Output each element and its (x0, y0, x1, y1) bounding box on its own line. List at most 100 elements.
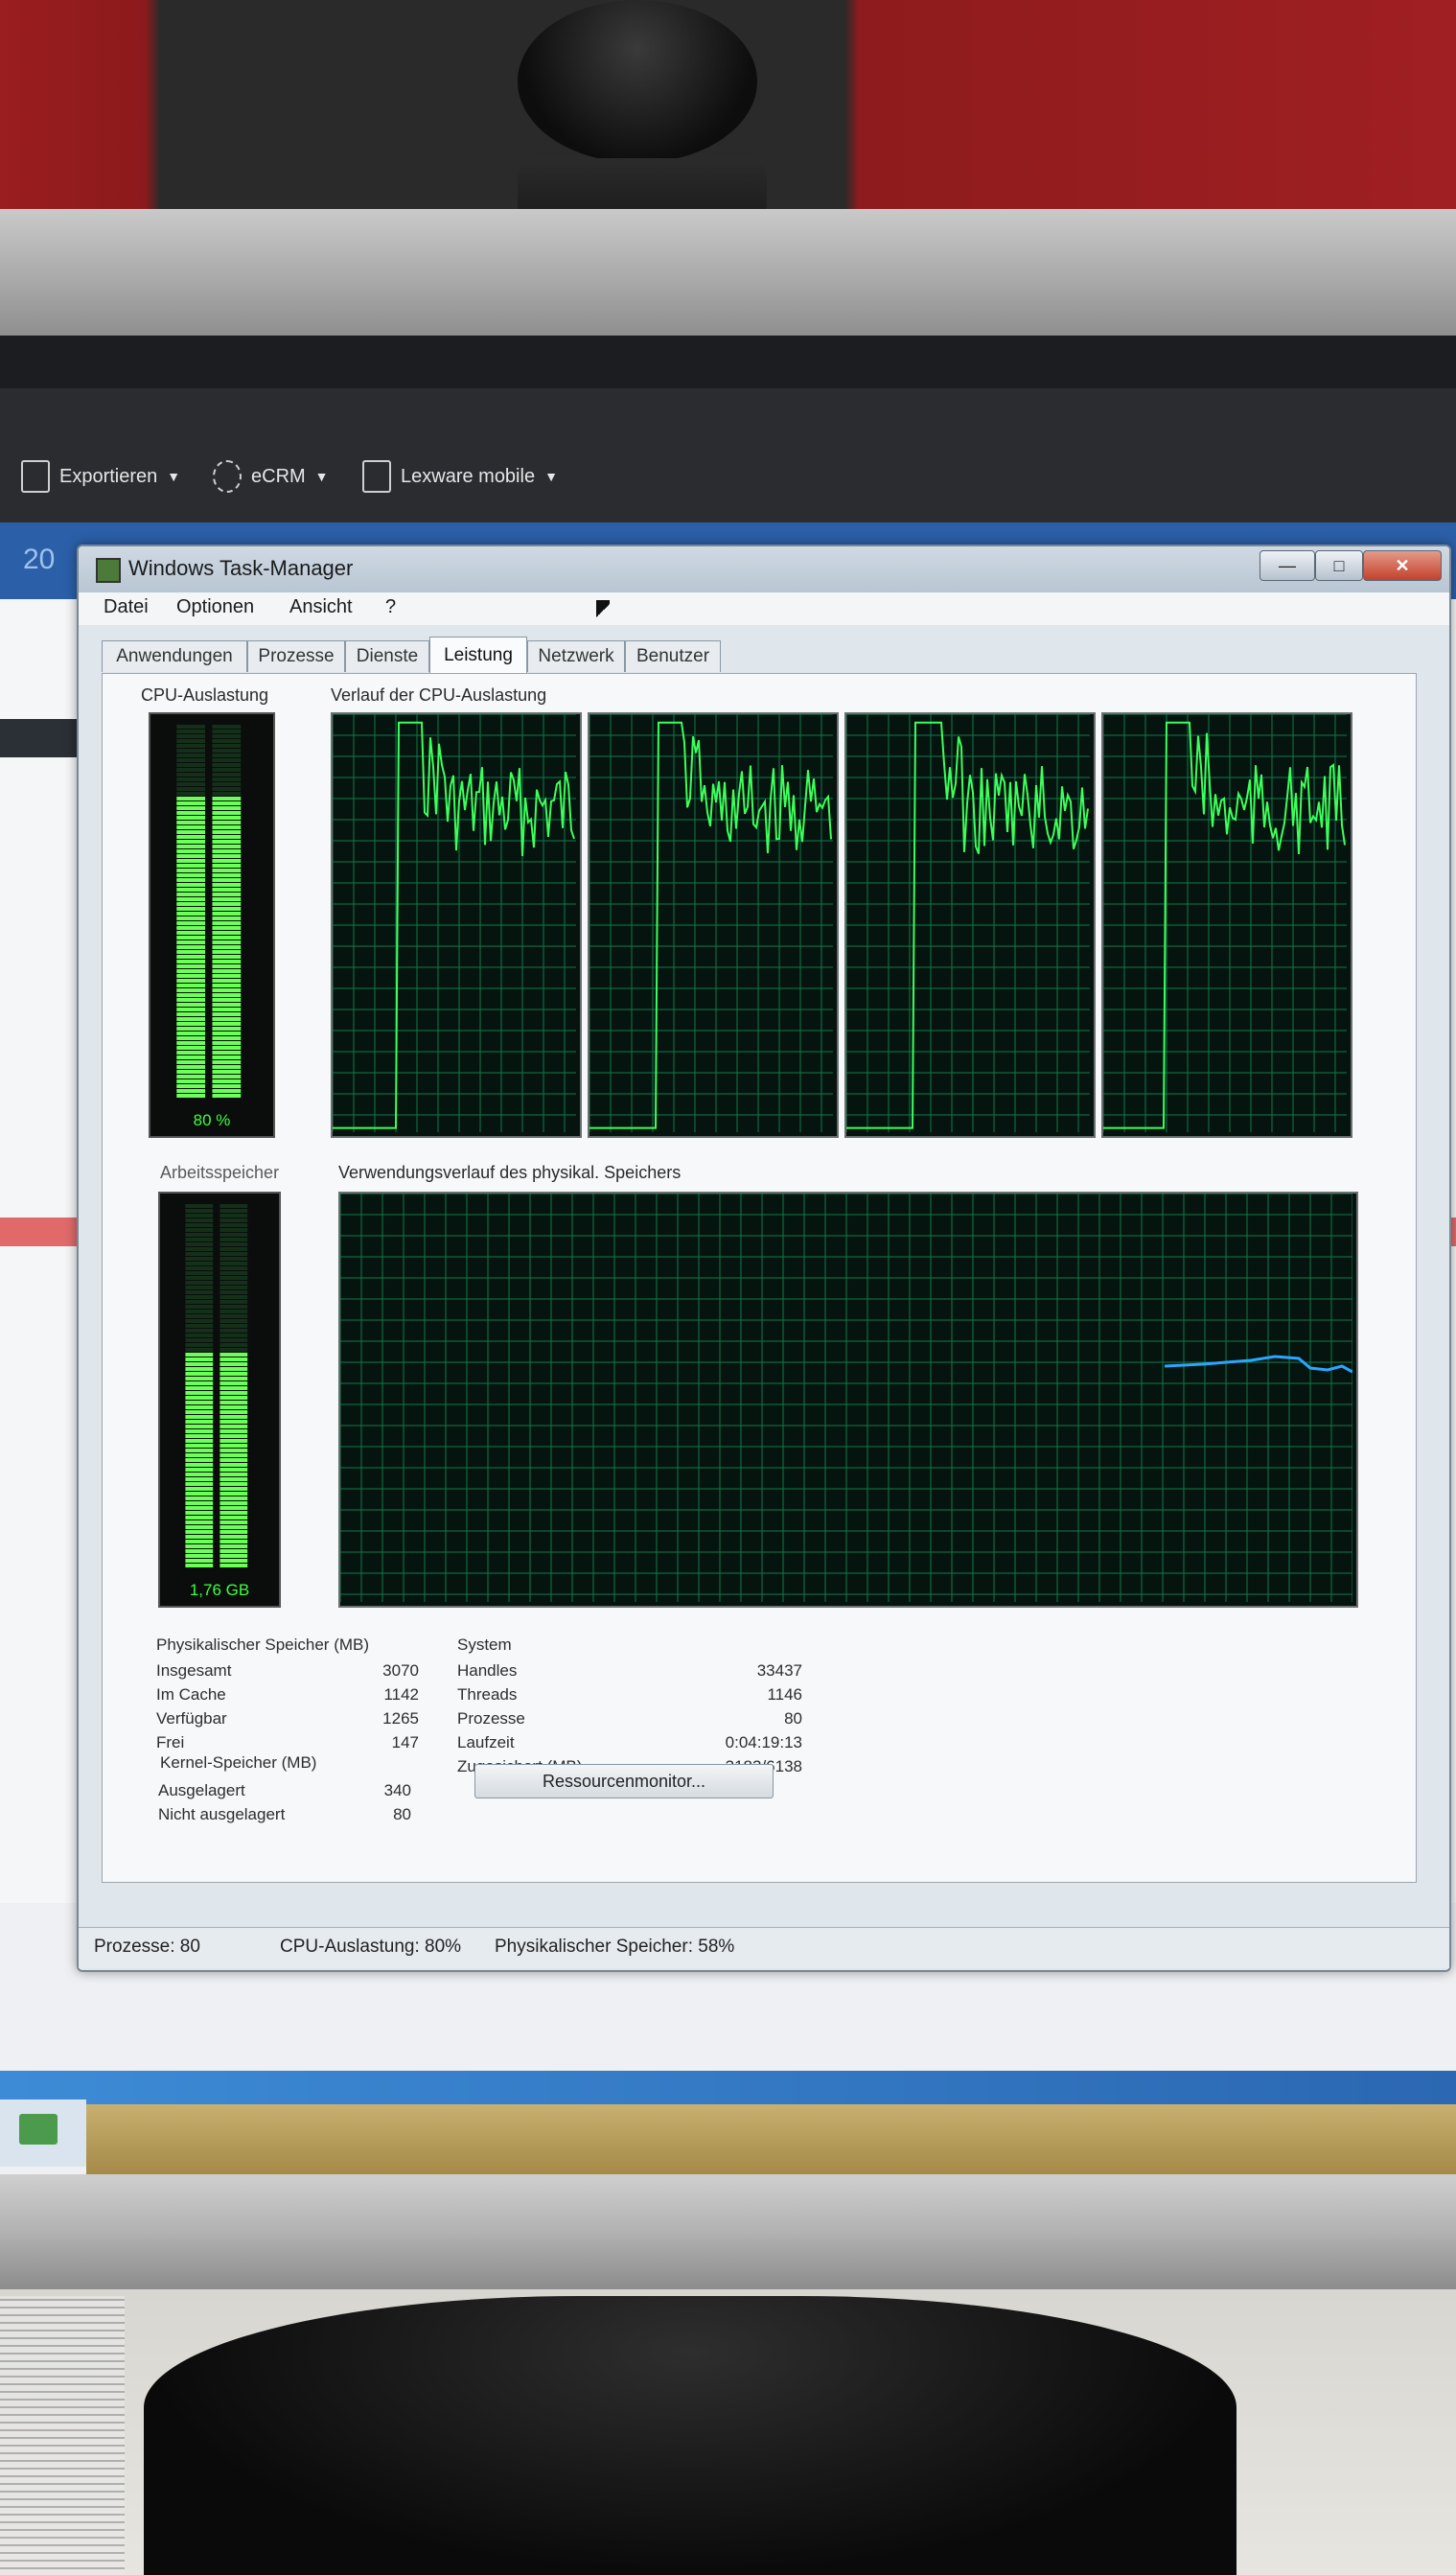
meter-segment-lit (185, 1401, 214, 1404)
meter-segment-lit (212, 888, 242, 892)
meter-segment-lit (212, 821, 242, 824)
meter-segment (185, 1223, 214, 1227)
tab-dienste[interactable]: Dienste (345, 640, 429, 672)
webcam (518, 0, 767, 264)
menu-help[interactable]: ? (385, 596, 396, 618)
meter-segment (185, 1233, 214, 1237)
meter-segment-lit (176, 849, 206, 853)
meter-segment-lit (212, 1094, 242, 1098)
meter-segment-lit (185, 1357, 214, 1361)
meter-segment-lit (176, 955, 206, 959)
tab-benutzer[interactable]: Benutzer (625, 640, 721, 672)
meter-segment-lit (185, 1535, 214, 1539)
meter-segment-lit (176, 1084, 206, 1088)
tab-netzwerk[interactable]: Netzwerk (527, 640, 625, 672)
meter-segment (220, 1209, 248, 1213)
meter-segment-lit (220, 1415, 248, 1419)
meter-segment-lit (220, 1367, 248, 1371)
meter-segment-lit (220, 1410, 248, 1414)
meter-segment-lit (212, 912, 242, 916)
meter-segment-lit (185, 1463, 214, 1467)
menu-ansicht[interactable]: Ansicht (289, 596, 353, 618)
meter-segment-lit (220, 1564, 248, 1567)
memory-meter-label: Arbeitsspeicher (160, 1163, 280, 1182)
meter-segment-lit (185, 1453, 214, 1457)
cpu-history-graph-core-1 (331, 712, 582, 1138)
window-title: Windows Task-Manager (128, 556, 354, 580)
menu-datei[interactable]: Datei (104, 596, 149, 618)
toolbar-lexware-mobile-button[interactable]: Lexware mobile ▼ (362, 460, 558, 493)
meter-segment (220, 1319, 248, 1323)
cpu-history-graph-core-2 (588, 712, 839, 1138)
resource-monitor-button[interactable]: Ressourcenmonitor... (474, 1764, 774, 1798)
meter-segment-lit (176, 1032, 206, 1035)
meter-segment (220, 1290, 248, 1294)
meter-segment-lit (212, 1041, 242, 1045)
minimize-button[interactable]: — (1260, 550, 1315, 581)
meter-segment (176, 768, 206, 772)
meter-segment-lit (176, 797, 206, 800)
meter-segment-lit (212, 869, 242, 872)
stat-value: 1265 (382, 1709, 419, 1728)
meter-segment-lit (176, 926, 206, 930)
meter-segment-lit (176, 821, 206, 824)
meter-segment (176, 725, 206, 729)
meter-segment-lit (176, 993, 206, 997)
status-processes: Prozesse: 80 (94, 1937, 200, 1957)
meter-segment-lit (185, 1396, 214, 1400)
cpu-history-plot (1103, 714, 1347, 1132)
meter-segment-lit (185, 1496, 214, 1500)
meter-segment-lit (185, 1520, 214, 1524)
close-button[interactable]: ✕ (1363, 550, 1442, 581)
meter-segment-lit (212, 1079, 242, 1083)
meter-segment-lit (220, 1449, 248, 1452)
meter-segment-lit (212, 1056, 242, 1059)
meter-segment-lit (220, 1377, 248, 1380)
meter-segment (176, 777, 206, 781)
stat-value: 0:04:19:13 (725, 1733, 802, 1751)
meter-segment-lit (185, 1549, 214, 1553)
task-manager-app-icon (96, 558, 121, 583)
menu-optionen[interactable]: Optionen (176, 596, 254, 618)
meter-segment-lit (212, 988, 242, 992)
meter-segment (220, 1204, 248, 1208)
toolbar-export-button[interactable]: Exportieren ▼ (21, 460, 180, 493)
meter-segment (212, 754, 242, 757)
task-manager-window: Windows Task-Manager — □ ✕ Datei Optione… (77, 545, 1451, 1972)
meter-segment-lit (176, 1003, 206, 1007)
meter-segment (212, 773, 242, 777)
toolbar-ecrm-button[interactable]: eCRM ▼ (213, 460, 329, 493)
meter-segment-lit (185, 1468, 214, 1472)
meter-segment-lit (185, 1554, 214, 1558)
meter-segment (220, 1262, 248, 1265)
meter-segment-lit (185, 1420, 214, 1424)
meter-segment (176, 758, 206, 762)
taskbar-app-button[interactable] (19, 2114, 58, 2145)
meter-segment-lit (220, 1372, 248, 1376)
meter-segment-lit (185, 1492, 214, 1496)
status-memory: Physikalischer Speicher: 58% (495, 1937, 735, 1957)
meter-segment-lit (185, 1525, 214, 1529)
tab-leistung[interactable]: Leistung (429, 637, 527, 674)
cpu-meter-bars (176, 725, 242, 1098)
meter-segment-lit (212, 1036, 242, 1040)
window-titlebar[interactable]: Windows Task-Manager — □ ✕ (79, 546, 1449, 592)
stat-label: Insgesamt (156, 1661, 232, 1680)
chevron-down-icon: ▼ (544, 469, 558, 484)
memory-history-label: Verwendungsverlauf des physikal. Speiche… (338, 1163, 682, 1182)
meter-segment-lit (176, 1041, 206, 1045)
meter-segment-lit (212, 1065, 242, 1069)
meter-segment-lit (176, 845, 206, 848)
maximize-button[interactable]: □ (1315, 550, 1363, 581)
tab-prozesse[interactable]: Prozesse (247, 640, 345, 672)
meter-segment (185, 1305, 214, 1309)
tab-anwendungen[interactable]: Anwendungen (102, 640, 247, 672)
meter-segment-lit (185, 1559, 214, 1563)
meter-segment-lit (212, 830, 242, 834)
meter-segment-lit (176, 1065, 206, 1069)
meter-segment-lit (176, 916, 206, 920)
cpu-meter-value: 80 % (193, 1111, 231, 1129)
stat-label: Ausgelagert (158, 1781, 245, 1799)
meter-segment-lit (176, 1022, 206, 1026)
meter-segment-lit (220, 1401, 248, 1404)
